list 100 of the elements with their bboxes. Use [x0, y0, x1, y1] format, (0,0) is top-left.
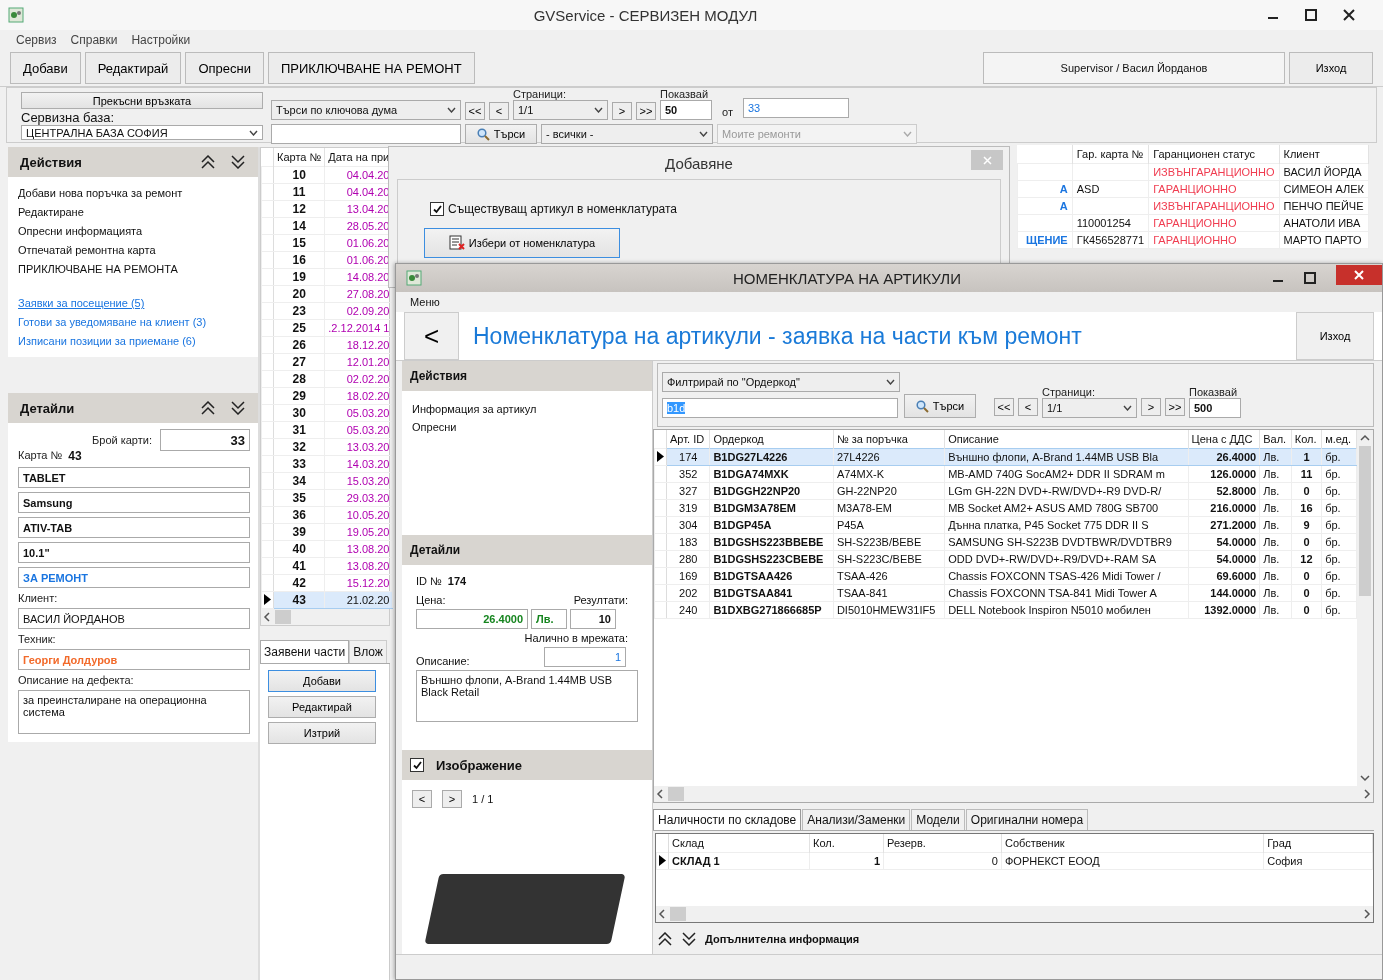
disconnect-button[interactable]: Прекъсни връзката [21, 92, 263, 109]
column-header[interactable]: Град [1263, 834, 1373, 853]
scroll-thumb[interactable] [1359, 446, 1371, 596]
page-dropdown[interactable]: 1/1 [1042, 398, 1137, 418]
action-item[interactable]: Добави нова поръчка за ремонт [18, 185, 183, 201]
back-button[interactable]: < [404, 312, 459, 360]
tab[interactable]: Модели [911, 809, 965, 830]
scroll-thumb[interactable] [275, 610, 291, 624]
collapse-icon[interactable] [200, 401, 216, 415]
page-nav-button[interactable]: << [994, 398, 1014, 416]
column-header[interactable]: Карта № [273, 148, 325, 167]
column-header[interactable]: Склад [668, 834, 810, 853]
status-dropdown[interactable]: - всички - [541, 124, 713, 144]
scroll-thumb[interactable] [670, 907, 686, 921]
column-header[interactable]: Цена с ДДС [1188, 430, 1260, 449]
checkbox[interactable] [410, 758, 424, 772]
toolbar-button[interactable]: Опресни [185, 52, 264, 84]
menu-item[interactable]: Настройки [131, 33, 191, 47]
filter-dropdown[interactable]: Филтрирай по "Ордеркод" [662, 372, 900, 392]
scroll-left-icon[interactable] [656, 789, 664, 799]
show-count-field[interactable]: 500 [1189, 398, 1241, 418]
column-header[interactable]: Собственик [1001, 834, 1264, 853]
pick-from-catalog-button[interactable]: Избери от номенклатура [424, 228, 620, 258]
action-item[interactable]: Опресни [412, 421, 457, 433]
previous-image-button[interactable]: < [412, 790, 432, 808]
window-title: НОМЕНКЛАТУРА НА АРТИКУЛИ [732, 269, 962, 287]
parts-button[interactable]: Изтрий [268, 722, 376, 744]
details-title: Детайли [20, 400, 76, 416]
action-item[interactable]: Информация за артикул [412, 403, 537, 415]
action-item[interactable]: Отпечатай ремонтна карта [18, 242, 156, 258]
table-cell: 27L4226 [833, 448, 945, 466]
page-nav-button[interactable]: < [1018, 398, 1038, 416]
menu-item[interactable]: Справки [70, 33, 118, 47]
column-header[interactable]: Гар. карта № [1072, 145, 1149, 164]
expand-icon[interactable] [230, 155, 246, 169]
base-dropdown[interactable]: ЦЕНТРАЛНА БАЗА СОФИЯ [21, 125, 263, 140]
table-cell: 0 [1291, 584, 1322, 602]
close-icon[interactable] [1343, 9, 1355, 21]
tab[interactable]: Наличности по складове [653, 809, 802, 830]
expand-icon[interactable] [681, 932, 697, 946]
scroll-right-icon[interactable] [1363, 909, 1371, 919]
table-cell: 10.05.20 [324, 506, 393, 524]
image-title: Изображение [436, 757, 522, 773]
scroll-right-icon[interactable] [1363, 789, 1371, 799]
column-header[interactable]: Клиент [1279, 145, 1369, 164]
table-cell: 31 [273, 421, 325, 439]
column-header[interactable]: Гаранционен статус [1148, 145, 1280, 164]
page-nav-button[interactable]: >> [636, 102, 656, 120]
page-nav-button[interactable]: >> [1165, 398, 1185, 416]
toolbar-button[interactable]: Редактирай [84, 52, 182, 84]
show-count-field[interactable]: 50 [660, 100, 712, 120]
maximize-icon[interactable] [1305, 9, 1317, 21]
close-button[interactable] [1336, 265, 1382, 285]
action-item[interactable]: Редактиране [18, 204, 84, 220]
column-header[interactable]: Кол. [1291, 430, 1322, 449]
tab[interactable]: Анализи/Заменки [802, 809, 911, 830]
parts-button[interactable]: Добави [268, 670, 376, 692]
maximize-icon[interactable] [1304, 272, 1316, 284]
link[interactable]: Готови за уведомяване на клиент (3) [18, 314, 207, 330]
next-image-button[interactable]: > [442, 790, 462, 808]
parts-button[interactable]: Редактирай [268, 696, 376, 718]
scroll-left-icon[interactable] [263, 612, 271, 622]
page-nav-button[interactable]: > [612, 102, 632, 120]
menu-item[interactable]: Сервиз [16, 33, 57, 47]
scroll-up-icon[interactable] [1360, 434, 1370, 442]
column-header[interactable]: № за поръчка [833, 430, 945, 449]
column-header[interactable]: Арт. ID [666, 430, 710, 449]
search-field[interactable] [271, 124, 461, 144]
column-header[interactable]: Кол. [809, 834, 884, 853]
checkbox[interactable] [430, 202, 444, 216]
column-header[interactable]: м.ед. [1321, 430, 1357, 449]
collapse-icon[interactable] [200, 155, 216, 169]
menu-item[interactable]: Меню [410, 296, 440, 308]
page-nav-button[interactable]: > [1141, 398, 1161, 416]
expand-icon[interactable] [230, 401, 246, 415]
search-button[interactable]: Търси [904, 394, 976, 418]
action-item[interactable]: Опресни информацията [18, 223, 143, 239]
action-item[interactable]: ПРИКЛЮЧВАНЕ НА РЕМОНТА [18, 261, 178, 277]
link[interactable]: Изписани позиции за приемане (6) [18, 333, 196, 349]
column-header[interactable]: Описание [944, 430, 1189, 449]
exit-button[interactable]: Изход [1296, 312, 1374, 360]
tab[interactable]: Оригинални номера [965, 809, 1089, 830]
page-dropdown[interactable]: 1/1 [513, 100, 608, 120]
page-nav-button[interactable]: << [465, 102, 485, 120]
tab[interactable]: Заявени части [260, 640, 350, 663]
scroll-left-icon[interactable] [658, 909, 666, 919]
column-header[interactable]: Вал. [1259, 430, 1292, 449]
search-mode-dropdown[interactable]: Търси по ключова дума [271, 100, 461, 120]
page-nav-button[interactable]: < [489, 102, 509, 120]
toolbar-button[interactable]: ПРИКЛЮЧВАНЕ НА РЕМОНТ [267, 52, 475, 84]
column-header[interactable]: Ордеркод [709, 430, 834, 449]
search-button[interactable]: Търси [465, 124, 537, 144]
collapse-icon[interactable] [657, 932, 673, 946]
exit-button[interactable]: Изход [1289, 52, 1373, 84]
link[interactable]: Заявки за посещение (5) [18, 295, 145, 311]
toolbar-button[interactable]: Добави [10, 52, 81, 84]
scroll-down-icon[interactable] [1360, 774, 1370, 782]
tab[interactable]: Влож [349, 640, 387, 663]
scroll-thumb[interactable] [668, 787, 684, 801]
column-header[interactable]: Резерв. [883, 834, 1002, 853]
